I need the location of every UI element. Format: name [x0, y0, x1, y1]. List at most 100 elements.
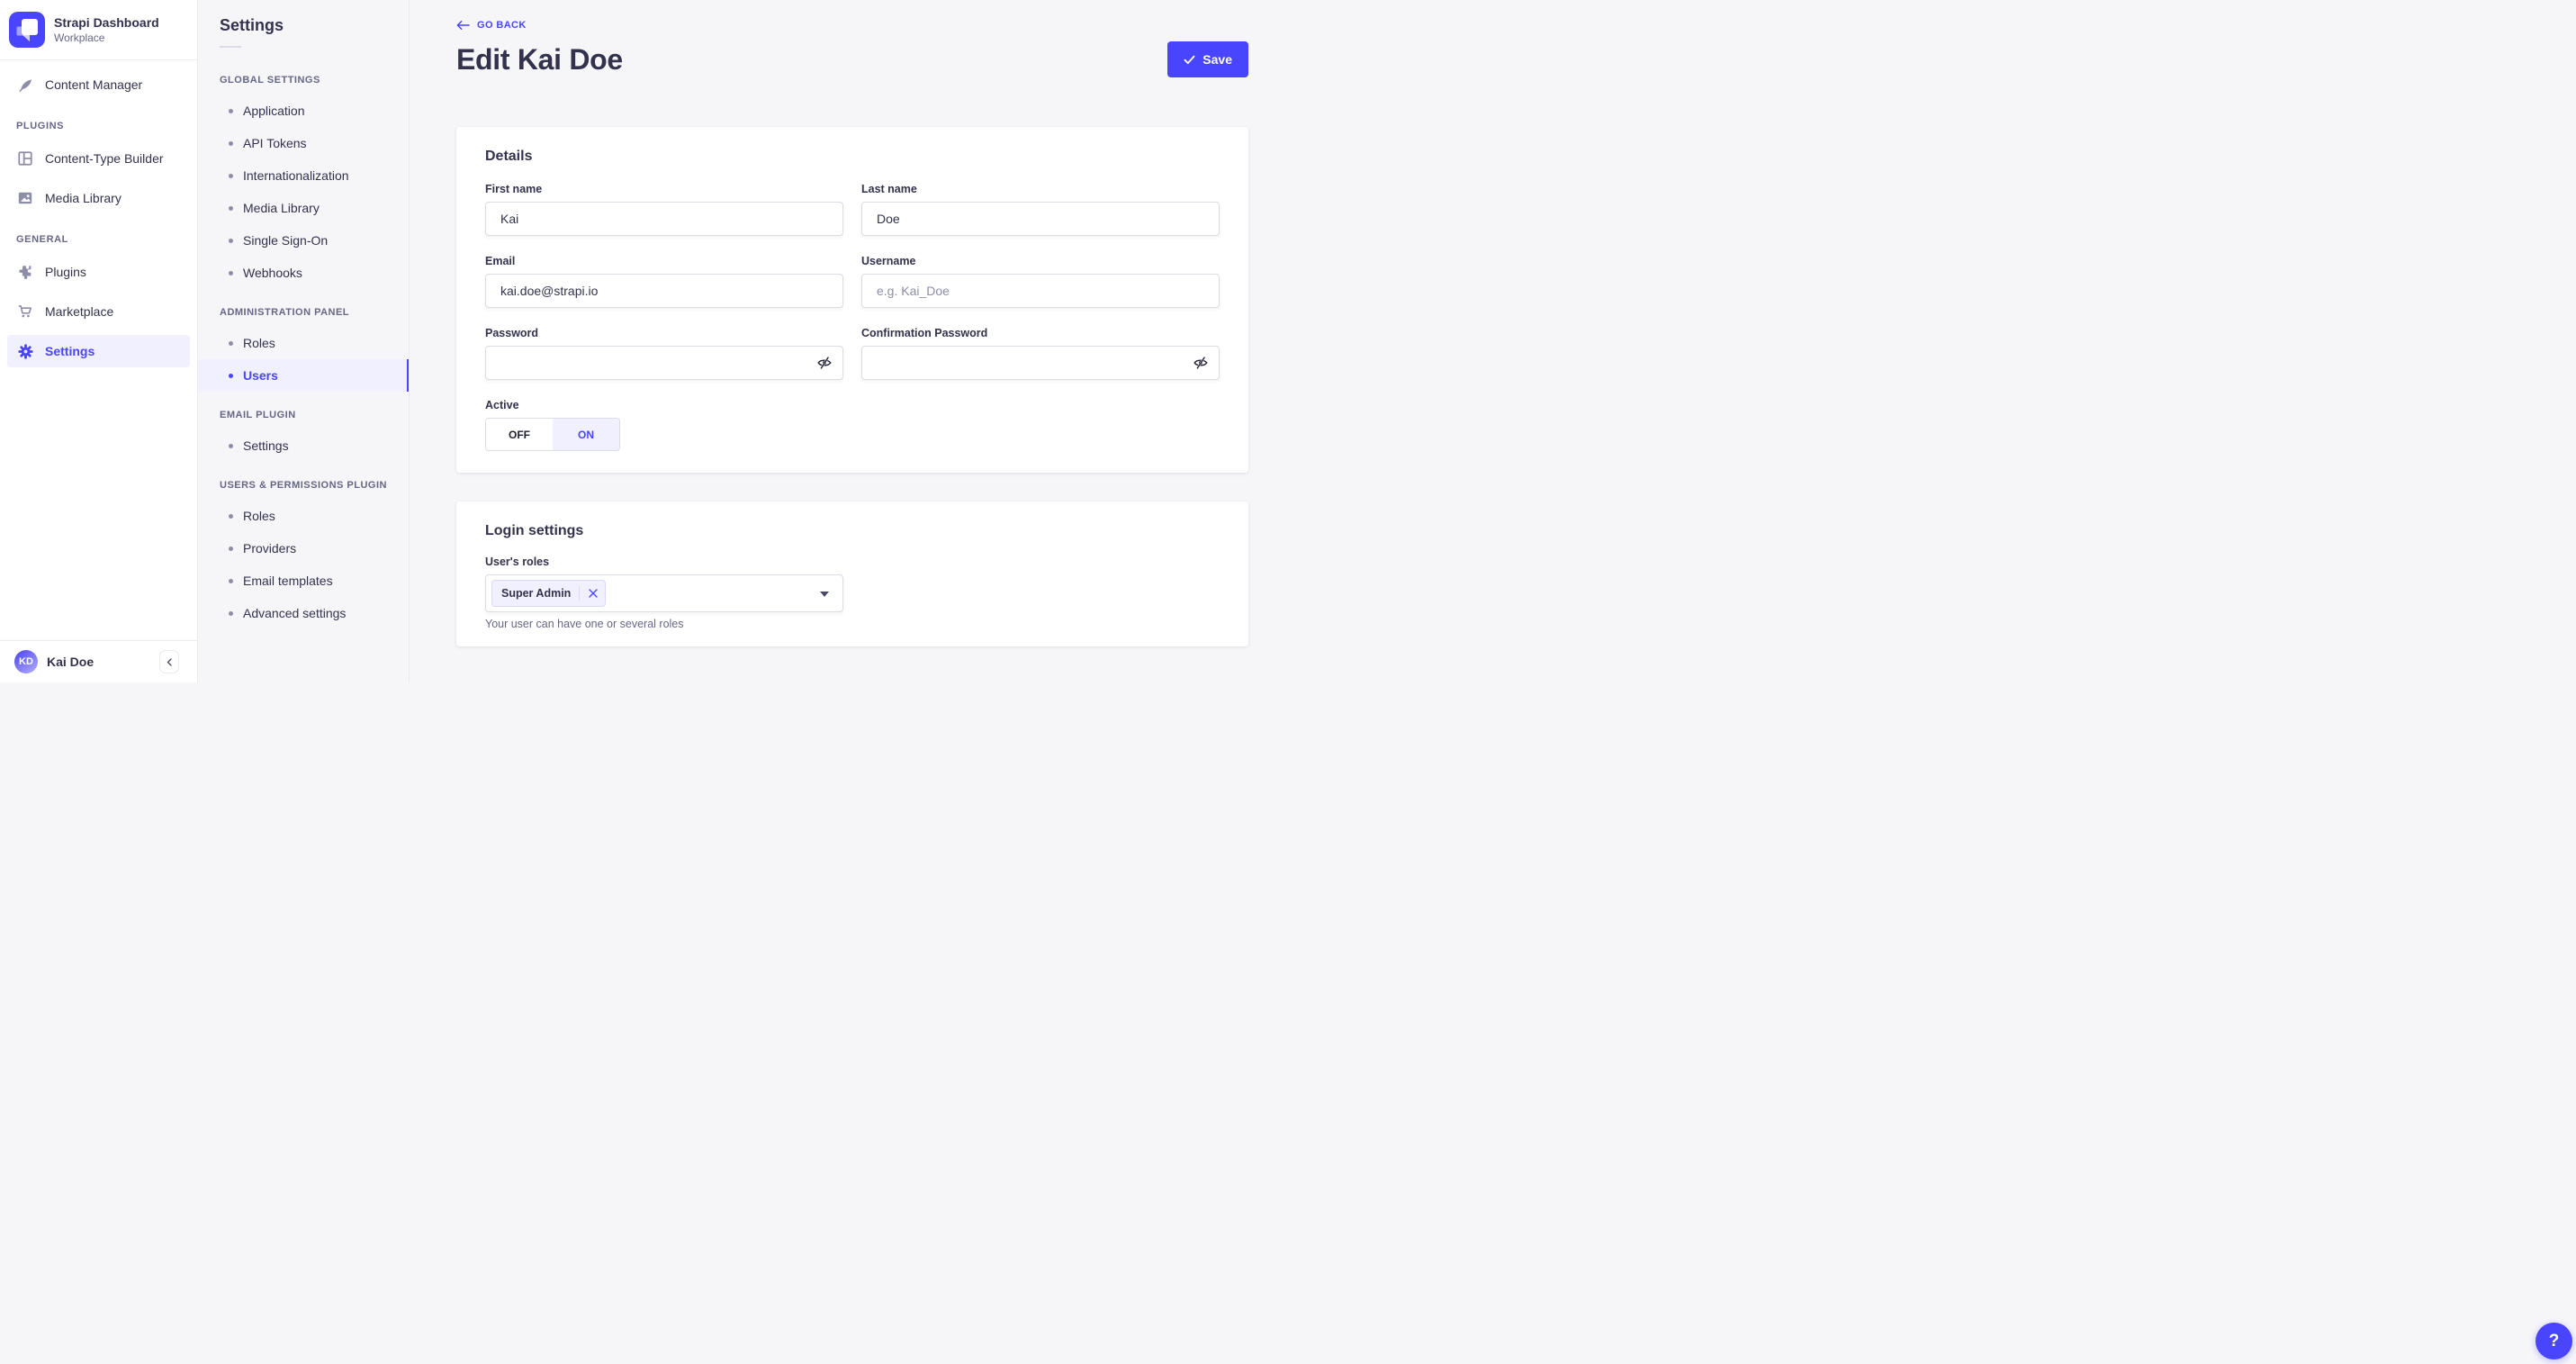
- password-label: Password: [485, 327, 539, 339]
- subnav-item-email-templates[interactable]: Email templates: [198, 565, 409, 597]
- sidebar-item-settings[interactable]: Settings: [7, 335, 190, 367]
- bullet-icon: [229, 173, 233, 178]
- subnav-item-label: Roles: [243, 509, 275, 523]
- sidebar-item-media-library[interactable]: Media Library: [7, 182, 190, 214]
- page-title: Edit Kai Doe: [456, 42, 623, 76]
- subnav-group-email-plugin: EMAIL PLUGIN Settings: [198, 410, 409, 462]
- password-input[interactable]: [485, 346, 843, 380]
- subnav-group-users-permissions: USERS & PERMISSIONS PLUGIN Roles Provide…: [198, 480, 409, 629]
- subnav-item-label: Internationalization: [243, 168, 349, 183]
- details-grid: First name Last name Email Username Pass…: [485, 183, 1220, 380]
- subnav-item-webhooks[interactable]: Webhooks: [198, 257, 409, 289]
- sidebar-item-content-manager[interactable]: Content Manager: [7, 68, 190, 101]
- sidebar-item-label: Content-Type Builder: [45, 151, 164, 166]
- workspace-subtitle: Workplace: [54, 32, 105, 44]
- sidebar-item-label: Settings: [45, 344, 95, 358]
- subnav-group-header: ADMINISTRATION PANEL: [220, 307, 350, 318]
- subnav-item-label: Advanced settings: [243, 606, 347, 620]
- sidebar-item-content-type-builder[interactable]: Content-Type Builder: [7, 142, 190, 175]
- email-field: Email: [485, 255, 843, 308]
- subnav-item-label: Roles: [243, 336, 275, 350]
- bullet-icon: [229, 340, 233, 346]
- subnav-item-label: API Tokens: [243, 136, 307, 150]
- subnav-item-providers[interactable]: Providers: [198, 532, 409, 565]
- last-name-input[interactable]: [861, 202, 1220, 236]
- sidebar-footer: KD Kai Doe: [0, 640, 197, 682]
- subnav-group-header: EMAIL PLUGIN: [220, 410, 296, 420]
- toggle-password-visibility-button[interactable]: [806, 347, 842, 379]
- subnav-group-administration-panel: ADMINISTRATION PANEL Roles Users: [198, 307, 409, 392]
- strapi-logo-icon: [9, 12, 45, 48]
- active-field: Active OFF ON: [485, 399, 1220, 451]
- main-sidebar: Strapi Dashboard Workplace Content Manag…: [0, 0, 198, 682]
- avatar[interactable]: KD: [14, 650, 38, 673]
- subnav-item-label: Webhooks: [243, 266, 302, 280]
- subnav-item-api-tokens[interactable]: API Tokens: [198, 127, 409, 159]
- save-button[interactable]: Save: [1167, 41, 1248, 77]
- first-name-label: First name: [485, 183, 543, 195]
- email-label: Email: [485, 255, 516, 267]
- role-tag-label: Super Admin: [501, 587, 572, 600]
- workspace-title: Strapi Dashboard: [54, 15, 159, 30]
- check-icon: [1184, 55, 1195, 65]
- settings-subnav: Settings GLOBAL SETTINGS Application API…: [198, 0, 410, 682]
- subnav-item-media-library[interactable]: Media Library: [198, 192, 409, 224]
- eye-off-icon: [816, 355, 833, 371]
- help-button[interactable]: ?: [2535, 1323, 2572, 1359]
- confirmation-password-input[interactable]: [861, 346, 1220, 380]
- email-input[interactable]: [485, 274, 843, 308]
- first-name-input[interactable]: [485, 202, 843, 236]
- sidebar-collapse-button[interactable]: [159, 650, 179, 673]
- subnav-item-label: Application: [243, 104, 305, 118]
- chevron-down-icon: [820, 592, 829, 597]
- bullet-icon: [229, 610, 233, 616]
- go-back-link[interactable]: GO BACK: [456, 20, 527, 31]
- tag-divider: [579, 586, 581, 601]
- subnav-item-label: Single Sign-On: [243, 233, 329, 248]
- username-label: Username: [861, 255, 916, 267]
- workspace-brand[interactable]: Strapi Dashboard Workplace: [0, 0, 197, 60]
- subnav-divider: [220, 46, 241, 48]
- main-content: GO BACK Edit Kai Doe Save Details First …: [410, 0, 2572, 1359]
- subnav-item-label: Users: [243, 368, 278, 383]
- sidebar-nav: Content Manager PLUGINS Content-Type Bui…: [0, 60, 197, 640]
- cart-icon: [16, 303, 34, 321]
- subnav-item-admin-roles[interactable]: Roles: [198, 327, 409, 359]
- subnav-item-admin-users[interactable]: Users: [198, 359, 409, 392]
- bullet-icon: [229, 373, 233, 378]
- bullet-icon: [229, 238, 233, 243]
- eye-off-icon: [1193, 355, 1209, 371]
- first-name-field: First name: [485, 183, 843, 236]
- subnav-group-header: USERS & PERMISSIONS PLUGIN: [220, 480, 387, 491]
- subnav-title: Settings: [220, 16, 284, 34]
- subnav-item-email-settings[interactable]: Settings: [198, 429, 409, 462]
- subnav-item-advanced-settings[interactable]: Advanced settings: [198, 597, 409, 629]
- save-button-label: Save: [1202, 52, 1232, 67]
- subnav-item-internationalization[interactable]: Internationalization: [198, 159, 409, 192]
- toggle-off-option[interactable]: OFF: [486, 419, 553, 450]
- image-icon: [16, 189, 34, 207]
- sidebar-item-plugins[interactable]: Plugins: [7, 256, 190, 288]
- subnav-item-label: Email templates: [243, 574, 333, 588]
- user-roles-select[interactable]: Super Admin: [485, 574, 843, 612]
- feather-icon: [16, 76, 34, 94]
- sidebar-item-label: Media Library: [45, 191, 122, 205]
- footer-user-name: Kai Doe: [47, 655, 95, 669]
- toggle-on-option[interactable]: ON: [553, 419, 619, 450]
- sidebar-item-marketplace[interactable]: Marketplace: [7, 295, 190, 328]
- subnav-item-up-roles[interactable]: Roles: [198, 500, 409, 532]
- puzzle-icon: [16, 263, 34, 281]
- username-input[interactable]: [861, 274, 1220, 308]
- layout-grid-icon: [16, 149, 34, 167]
- role-tag-super-admin: Super Admin: [491, 580, 607, 607]
- toggle-confirmation-visibility-button[interactable]: [1183, 347, 1219, 379]
- password-field: Password: [485, 327, 843, 380]
- subnav-group-header: GLOBAL SETTINGS: [220, 75, 320, 86]
- sidebar-item-label: Marketplace: [45, 304, 114, 319]
- subnav-item-label: Providers: [243, 541, 297, 556]
- chevron-left-icon: [165, 657, 175, 667]
- remove-role-button[interactable]: [583, 582, 603, 605]
- subnav-item-single-sign-on[interactable]: Single Sign-On: [198, 224, 409, 257]
- subnav-item-application[interactable]: Application: [198, 95, 409, 127]
- bullet-icon: [229, 513, 233, 519]
